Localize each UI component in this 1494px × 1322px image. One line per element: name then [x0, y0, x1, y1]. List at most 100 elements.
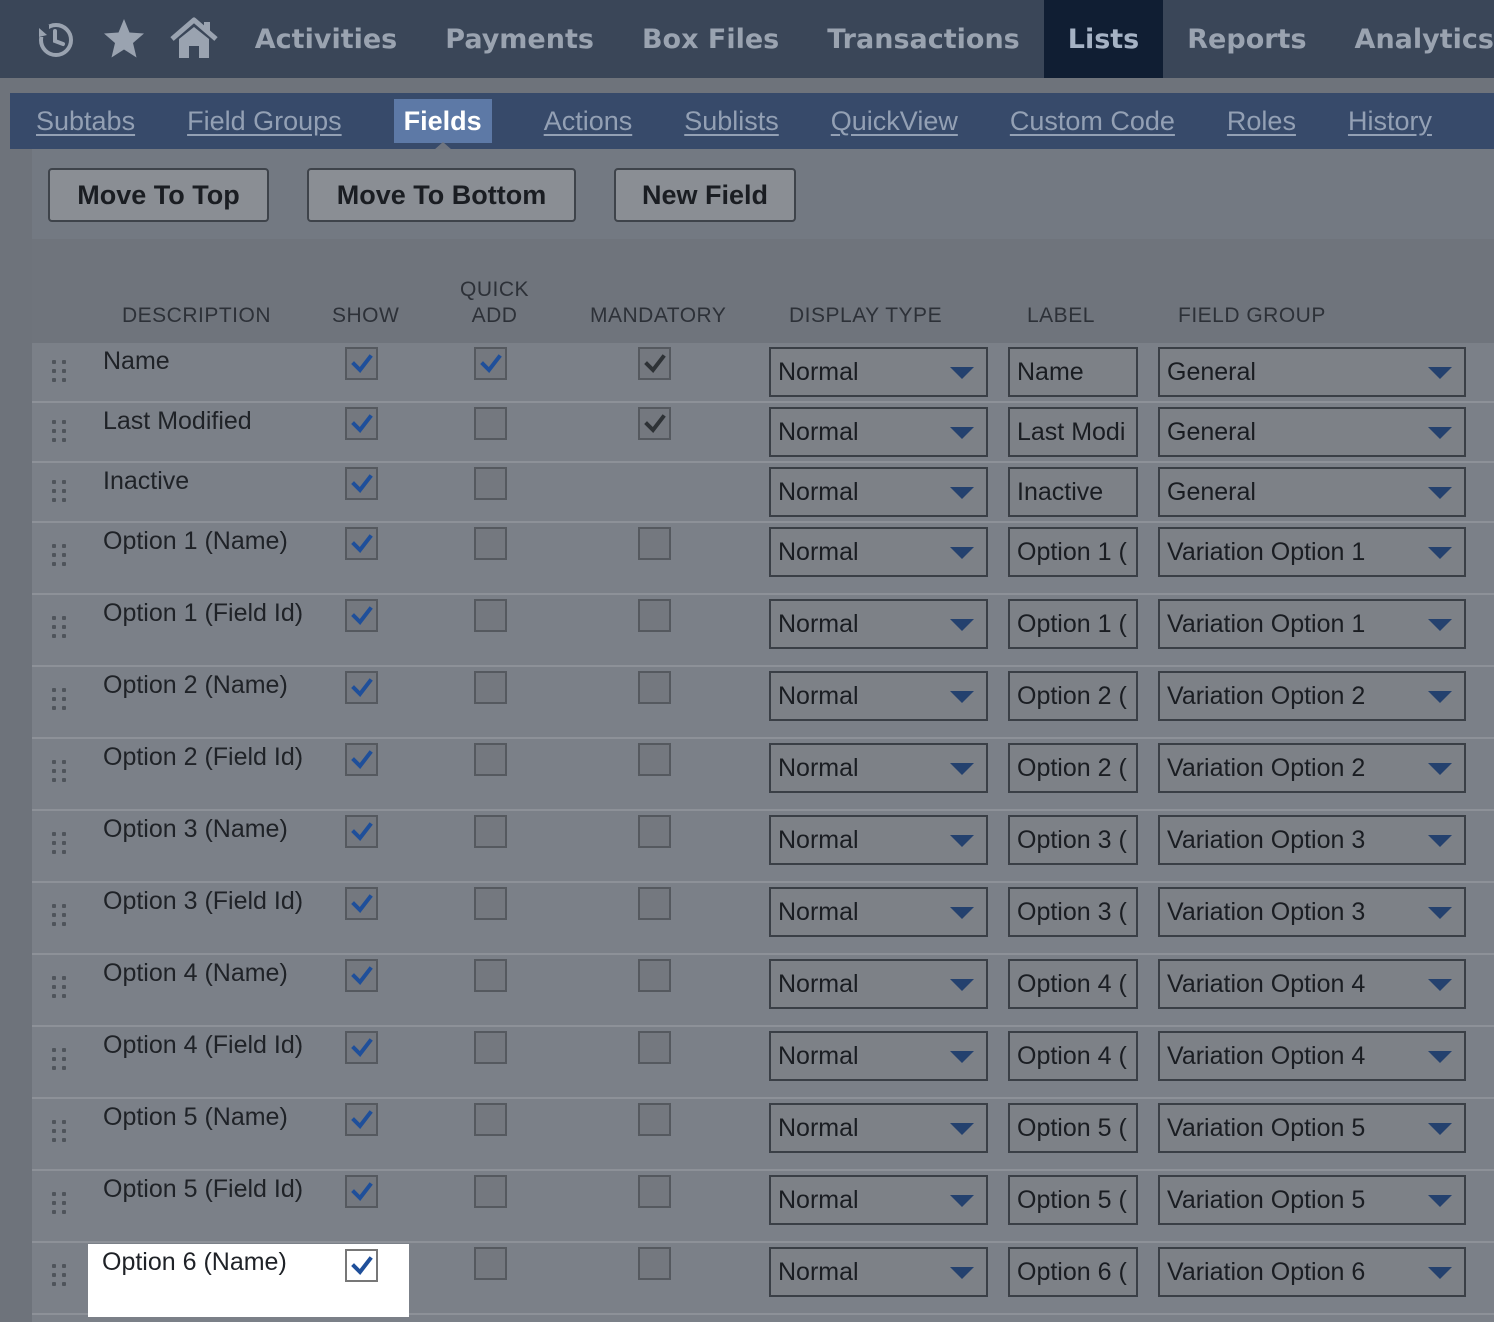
drag-handle-icon[interactable]: [52, 544, 68, 568]
show-checkbox[interactable]: [345, 1103, 378, 1136]
quick-add-checkbox[interactable]: [474, 1031, 507, 1064]
display-type-select[interactable]: Normal: [769, 1247, 988, 1297]
tab-sublists[interactable]: Sublists: [684, 99, 779, 143]
quick-add-checkbox[interactable]: [474, 1175, 507, 1208]
field-group-select[interactable]: Variation Option 4: [1158, 1031, 1466, 1081]
tab-custom-code[interactable]: Custom Code: [1010, 99, 1175, 143]
show-checkbox[interactable]: [345, 1175, 378, 1208]
mandatory-checkbox[interactable]: [638, 671, 671, 704]
label-input[interactable]: Option 5 (: [1008, 1103, 1138, 1153]
display-type-select[interactable]: Normal: [769, 959, 988, 1009]
label-input[interactable]: Option 1 (: [1008, 527, 1138, 577]
field-group-select[interactable]: Variation Option 2: [1158, 743, 1466, 793]
label-input[interactable]: Option 5 (: [1008, 1175, 1138, 1225]
move-to-top-button[interactable]: Move To Top: [48, 168, 269, 222]
nav-item-lists[interactable]: Lists: [1043, 0, 1164, 78]
show-checkbox[interactable]: [345, 347, 378, 380]
show-checkbox[interactable]: [345, 1249, 378, 1282]
label-input[interactable]: Option 4 (: [1008, 959, 1138, 1009]
show-checkbox[interactable]: [345, 1031, 378, 1064]
label-input[interactable]: Option 1 (: [1008, 599, 1138, 649]
label-input[interactable]: Last Modi: [1008, 407, 1138, 457]
quick-add-checkbox[interactable]: [474, 467, 507, 500]
history-icon[interactable]: [20, 0, 90, 78]
drag-handle-icon[interactable]: [52, 480, 68, 504]
move-to-bottom-button[interactable]: Move To Bottom: [307, 168, 576, 222]
drag-handle-icon[interactable]: [52, 1192, 68, 1216]
quick-add-checkbox[interactable]: [474, 887, 507, 920]
label-input[interactable]: Option 4 (: [1008, 1031, 1138, 1081]
tab-roles[interactable]: Roles: [1227, 99, 1296, 143]
quick-add-checkbox[interactable]: [474, 347, 507, 380]
display-type-select[interactable]: Normal: [769, 815, 988, 865]
field-group-select[interactable]: Variation Option 6: [1158, 1247, 1466, 1297]
label-input[interactable]: Option 2 (: [1008, 743, 1138, 793]
quick-add-checkbox[interactable]: [474, 671, 507, 704]
display-type-select[interactable]: Normal: [769, 407, 988, 457]
field-group-select[interactable]: General: [1158, 347, 1466, 397]
show-checkbox[interactable]: [345, 467, 378, 500]
field-group-select[interactable]: Variation Option 5: [1158, 1103, 1466, 1153]
show-checkbox[interactable]: [345, 743, 378, 776]
field-group-select[interactable]: General: [1158, 407, 1466, 457]
new-field-button[interactable]: New Field: [614, 168, 796, 222]
show-checkbox[interactable]: [345, 959, 378, 992]
tab-quickview[interactable]: QuickView: [831, 99, 958, 143]
nav-item-payments[interactable]: Payments: [421, 0, 618, 78]
drag-handle-icon[interactable]: [52, 832, 68, 856]
mandatory-checkbox[interactable]: [638, 599, 671, 632]
label-input[interactable]: Name: [1008, 347, 1138, 397]
nav-item-reports[interactable]: Reports: [1163, 0, 1330, 78]
drag-handle-icon[interactable]: [52, 420, 68, 444]
display-type-select[interactable]: Normal: [769, 1031, 988, 1081]
display-type-select[interactable]: Normal: [769, 599, 988, 649]
drag-handle-icon[interactable]: [52, 360, 68, 384]
mandatory-checkbox[interactable]: [638, 815, 671, 848]
mandatory-checkbox[interactable]: [638, 743, 671, 776]
drag-handle-icon[interactable]: [52, 1264, 68, 1288]
nav-item-box-files[interactable]: Box Files: [618, 0, 803, 78]
mandatory-checkbox[interactable]: [638, 527, 671, 560]
mandatory-checkbox[interactable]: [638, 959, 671, 992]
mandatory-checkbox[interactable]: [638, 887, 671, 920]
quick-add-checkbox[interactable]: [474, 959, 507, 992]
tab-subtabs[interactable]: Subtabs: [36, 99, 135, 143]
show-checkbox[interactable]: [345, 599, 378, 632]
field-group-select[interactable]: Variation Option 5: [1158, 1175, 1466, 1225]
home-icon[interactable]: [159, 0, 229, 78]
tab-actions[interactable]: Actions: [544, 99, 633, 143]
field-group-select[interactable]: General: [1158, 467, 1466, 517]
field-group-select[interactable]: Variation Option 4: [1158, 959, 1466, 1009]
display-type-select[interactable]: Normal: [769, 347, 988, 397]
mandatory-checkbox[interactable]: [638, 347, 671, 380]
mandatory-checkbox[interactable]: [638, 1103, 671, 1136]
mandatory-checkbox[interactable]: [638, 1175, 671, 1208]
tab-history[interactable]: History: [1348, 99, 1432, 143]
show-checkbox[interactable]: [345, 887, 378, 920]
quick-add-checkbox[interactable]: [474, 599, 507, 632]
display-type-select[interactable]: Normal: [769, 743, 988, 793]
quick-add-checkbox[interactable]: [474, 407, 507, 440]
field-group-select[interactable]: Variation Option 3: [1158, 887, 1466, 937]
star-icon[interactable]: [90, 0, 160, 78]
field-group-select[interactable]: Variation Option 1: [1158, 599, 1466, 649]
show-checkbox[interactable]: [345, 407, 378, 440]
mandatory-checkbox[interactable]: [638, 407, 671, 440]
label-input[interactable]: Option 2 (: [1008, 671, 1138, 721]
quick-add-checkbox[interactable]: [474, 527, 507, 560]
drag-handle-icon[interactable]: [52, 976, 68, 1000]
quick-add-checkbox[interactable]: [474, 815, 507, 848]
show-checkbox[interactable]: [345, 527, 378, 560]
quick-add-checkbox[interactable]: [474, 1247, 507, 1280]
quick-add-checkbox[interactable]: [474, 743, 507, 776]
mandatory-checkbox[interactable]: [638, 1247, 671, 1280]
field-group-select[interactable]: Variation Option 3: [1158, 815, 1466, 865]
label-input[interactable]: Option 6 (: [1008, 1247, 1138, 1297]
drag-handle-icon[interactable]: [52, 760, 68, 784]
show-checkbox[interactable]: [345, 815, 378, 848]
display-type-select[interactable]: Normal: [769, 1175, 988, 1225]
tab-fields[interactable]: Fields: [393, 99, 492, 150]
nav-item-analytics[interactable]: Analytics: [1331, 0, 1494, 78]
nav-item-transactions[interactable]: Transactions: [803, 0, 1044, 78]
field-group-select[interactable]: Variation Option 1: [1158, 527, 1466, 577]
